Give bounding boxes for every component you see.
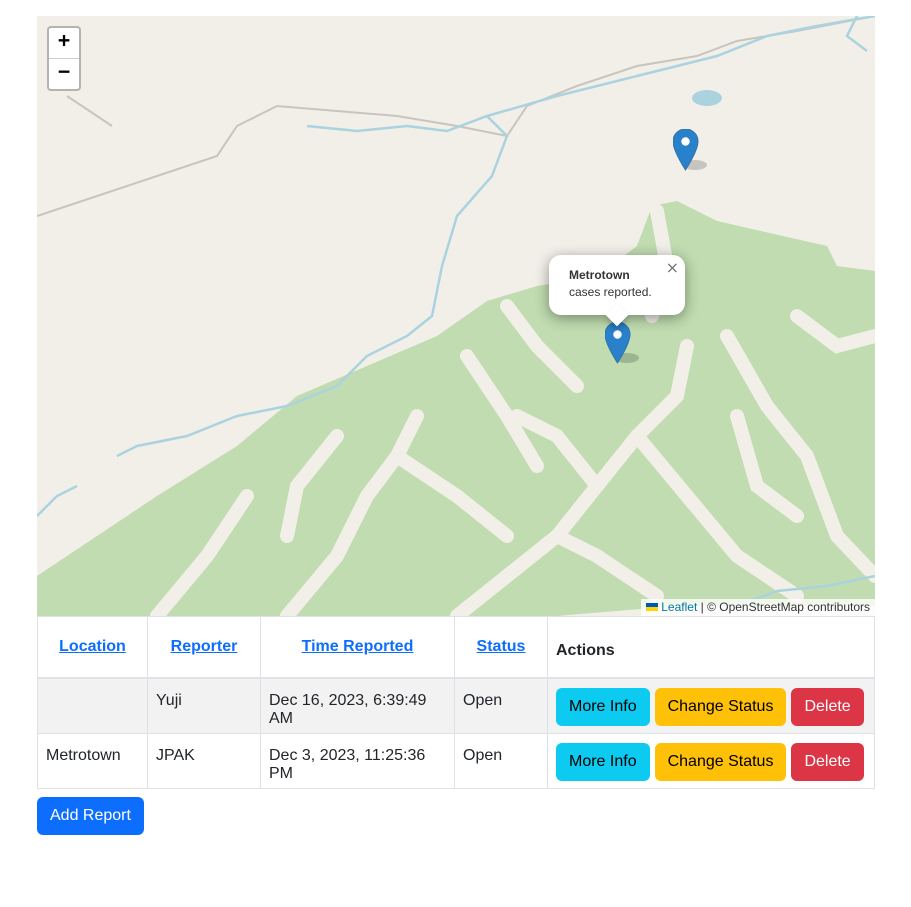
cell-status: Open [454,732,548,789]
map-marker-icon[interactable] [604,321,639,364]
table-row: Metrotown JPAK Dec 3, 2023, 11:25:36 PM … [37,732,875,789]
leaflet-link[interactable]: Leaflet [661,600,697,614]
sort-time-link[interactable]: Time Reported [302,638,414,655]
map-attribution: Leaflet | © OpenStreetMap contributors [641,599,875,616]
add-report-button[interactable]: Add Report [37,797,144,835]
map-popup: Metrotown cases reported. × [549,255,685,327]
delete-button[interactable]: Delete [791,688,864,726]
header-time: Time Reported [260,616,455,679]
more-info-button[interactable]: More Info [556,742,650,781]
attribution-separator: | [697,600,708,614]
zoom-in-button[interactable]: + [49,28,79,59]
map[interactable]: + − Metrotown cases reported. × Leaflet … [37,16,875,616]
header-actions: Actions [547,616,875,679]
sort-status-link[interactable]: Status [477,638,526,655]
ukraine-flag-icon [646,603,659,611]
change-status-button[interactable]: Change Status [654,742,787,781]
cell-actions: More Info Change Status Delete [547,732,875,789]
osm-attribution-text: © OpenStreetMap contributors [707,600,870,614]
cell-reporter: Yuji [147,677,261,734]
more-info-button[interactable]: More Info [556,688,650,726]
zoom-out-button[interactable]: − [49,59,79,89]
cell-time: Dec 16, 2023, 6:39:49 AM [260,677,455,734]
popup-content: Metrotown cases reported. [569,267,652,301]
map-tiles[interactable] [37,16,875,616]
sort-location-link[interactable]: Location [59,638,126,655]
cell-status: Open [454,677,548,734]
cell-location [37,677,148,734]
delete-button[interactable]: Delete [791,742,864,781]
change-status-button[interactable]: Change Status [654,688,787,726]
zoom-control: + − [47,26,81,91]
map-marker-icon[interactable] [672,128,707,171]
cell-actions: More Info Change Status Delete [547,677,875,734]
popup-text: cases reported. [569,285,652,299]
table-row: Yuji Dec 16, 2023, 6:39:49 AM Open More … [37,677,875,734]
reports-table: Location Reporter Time Reported Status A… [37,616,875,789]
sort-reporter-link[interactable]: Reporter [171,638,238,655]
popup-title: Metrotown [569,268,630,282]
header-reporter: Reporter [147,616,261,679]
cell-reporter: JPAK [147,732,261,789]
cell-time: Dec 3, 2023, 11:25:36 PM [260,732,455,789]
header-location: Location [37,616,148,679]
cell-location: Metrotown [37,732,148,789]
popup-close-icon[interactable]: × [666,258,679,277]
table-header-row: Location Reporter Time Reported Status A… [37,616,875,679]
header-status: Status [454,616,548,679]
